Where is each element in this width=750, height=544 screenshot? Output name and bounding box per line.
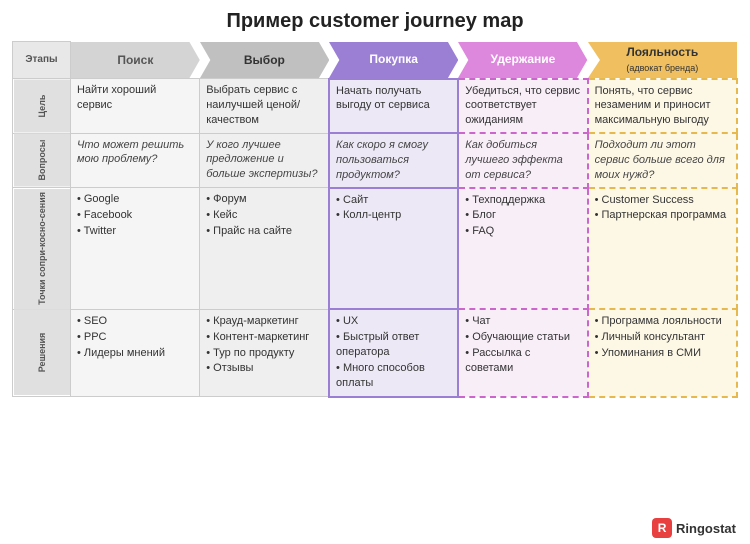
list-item: Сайт bbox=[336, 193, 451, 208]
list-item: Отзывы bbox=[206, 361, 322, 376]
logo-area: R Ringostat bbox=[652, 518, 736, 538]
list-item: Упоминания в СМИ bbox=[595, 346, 730, 361]
list-item: PPC bbox=[77, 330, 193, 345]
list-item: Блог bbox=[465, 208, 580, 223]
cell-0-2: Начать получать выгоду от сервиса bbox=[329, 79, 458, 134]
cell-0-1: Выбрать сервис с наилучшей ценой/качеств… bbox=[200, 79, 329, 134]
cell-3-2: UXБыстрый ответ оператораМного способов … bbox=[329, 309, 458, 396]
cell-2-0: GoogleFacebookTwitter bbox=[70, 188, 199, 310]
cell-2-3: ТехподдержкаБлогFAQ bbox=[458, 188, 587, 310]
cell-0-3: Убедиться, что сервис соответствует ожид… bbox=[458, 79, 587, 134]
row-label-0: Цель bbox=[13, 79, 71, 134]
list-item: Форум bbox=[206, 192, 322, 207]
data-row-0: ЦельНайти хороший сервисВыбрать сервис с… bbox=[13, 79, 738, 134]
cell-3-3: ЧатОбучающие статьиРассылка с советами bbox=[458, 309, 587, 396]
list-item: Контент-маркетинг bbox=[206, 330, 322, 345]
stages-label: Этапы bbox=[13, 42, 71, 79]
stage-header-row: ЭтапыПоискВыборПокупкаУдержаниеЛояльност… bbox=[13, 42, 738, 79]
data-row-3: РешенияSEOPPCЛидеры мненийКрауд-маркетин… bbox=[13, 309, 738, 396]
list-item: Прайс на сайте bbox=[206, 224, 322, 239]
list-item: UX bbox=[336, 314, 451, 329]
journey-table: ЭтапыПоискВыборПокупкаУдержаниеЛояльност… bbox=[12, 41, 738, 398]
cell-2-4: Customer SuccessПартнерская программа bbox=[588, 188, 737, 310]
list-item: Обучающие статьи bbox=[465, 330, 580, 345]
list-item: Рассылка с советами bbox=[465, 346, 580, 376]
list-item: Личный консультант bbox=[595, 330, 730, 345]
row-label-1: Вопросы bbox=[13, 133, 71, 188]
cell-2-2: СайтКолл-центр bbox=[329, 188, 458, 310]
list-item: Крауд-маркетинг bbox=[206, 314, 322, 329]
stage-cell-2: Покупка bbox=[329, 42, 458, 79]
list-item: Программа лояльности bbox=[595, 314, 730, 329]
page: Пример customer journey map ЭтапыПоискВы… bbox=[0, 0, 750, 544]
list-item: Google bbox=[77, 192, 193, 207]
row-label-3: Решения bbox=[13, 309, 71, 396]
cell-3-1: Крауд-маркетингКонтент-маркетингТур по п… bbox=[200, 309, 329, 396]
table-wrap: ЭтапыПоискВыборПокупкаУдержаниеЛояльност… bbox=[12, 41, 738, 398]
logo-icon: R bbox=[652, 518, 672, 538]
list-item: Лидеры мнений bbox=[77, 346, 193, 361]
stage-cell-3: Удержание bbox=[458, 42, 587, 79]
list-item: Customer Success bbox=[595, 193, 730, 208]
list-item: FAQ bbox=[465, 224, 580, 239]
list-item: Twitter bbox=[77, 224, 193, 239]
stage-cell-4: Лояльность(адвокат бренда) bbox=[588, 42, 737, 79]
cell-1-1: У кого лучшее предложение и больше экспе… bbox=[200, 133, 329, 188]
list-item: Много способов оплаты bbox=[336, 361, 451, 391]
cell-1-0: Что может решить мою проблему? bbox=[70, 133, 199, 188]
stage-cell-1: Выбор bbox=[200, 42, 329, 79]
list-item: Facebook bbox=[77, 208, 193, 223]
cell-0-0: Найти хороший сервис bbox=[70, 79, 199, 134]
cell-1-4: Подходит ли этот сервис больше всего для… bbox=[588, 133, 737, 188]
row-label-2: Точки сопри-косно-сения bbox=[13, 188, 71, 310]
list-item: Быстрый ответ оператора bbox=[336, 330, 451, 360]
stage-cell-0: Поиск bbox=[70, 42, 199, 79]
cell-3-0: SEOPPCЛидеры мнений bbox=[70, 309, 199, 396]
cell-2-1: ФорумКейсПрайс на сайте bbox=[200, 188, 329, 310]
list-item: Тур по продукту bbox=[206, 346, 322, 361]
list-item: Чат bbox=[465, 314, 580, 329]
page-title: Пример customer journey map bbox=[12, 10, 738, 33]
list-item: Техподдержка bbox=[465, 193, 580, 208]
cell-0-4: Понять, что сервис незаменим и приносит … bbox=[588, 79, 737, 134]
list-item: SEO bbox=[77, 314, 193, 329]
logo-text: Ringostat bbox=[676, 521, 736, 536]
data-row-1: ВопросыЧто может решить мою проблему?У к… bbox=[13, 133, 738, 188]
cell-1-2: Как скоро я смогу пользоваться продуктом… bbox=[329, 133, 458, 188]
cell-1-3: Как добиться лучшего эффекта от сервиса? bbox=[458, 133, 587, 188]
list-item: Колл-центр bbox=[336, 208, 451, 223]
list-item: Кейс bbox=[206, 208, 322, 223]
data-row-2: Точки сопри-косно-сенияGoogleFacebookTwi… bbox=[13, 188, 738, 310]
list-item: Партнерская программа bbox=[595, 208, 730, 223]
cell-3-4: Программа лояльностиЛичный консультантУп… bbox=[588, 309, 737, 396]
